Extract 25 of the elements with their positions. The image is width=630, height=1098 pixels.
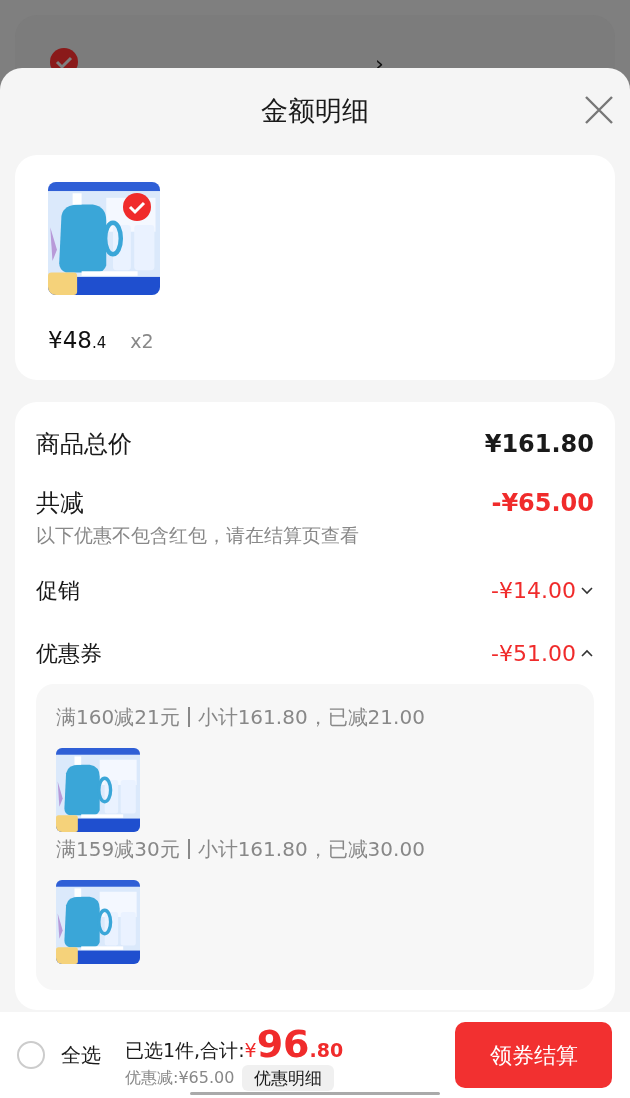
quantity: x2 (130, 329, 154, 354)
coupon-detail: 小计161.80，已减21.00 (197, 703, 425, 731)
note-text: 以下优惠不包含红包，请在结算页查看 (36, 523, 360, 548)
check-icon[interactable] (123, 193, 151, 221)
discount-value: -¥51.00 (491, 639, 576, 668)
select-all-radio[interactable] (17, 1041, 45, 1069)
close-button[interactable] (583, 94, 615, 126)
unit-price: ¥48.4 (48, 326, 107, 355)
reduction-label: 共减 (36, 488, 84, 519)
selected-summary: 已选1件,合计: (125, 1038, 245, 1064)
coupon-rule: 满160减21元 (56, 703, 180, 731)
checkout-button[interactable]: 领券结算 (455, 1022, 612, 1088)
discount-label: 促销 (36, 576, 80, 605)
total-amount: ¥96.80 (244, 1025, 344, 1065)
discount-value: -¥14.00 (491, 576, 576, 605)
total-value: ¥161.80 (484, 429, 594, 460)
coupon-rule: 满159减30元 (56, 835, 180, 863)
coupon-detail: 小计161.80，已减30.00 (197, 835, 425, 863)
sheet-title: 金额明细 (261, 94, 369, 129)
discount-text: 优惠减:¥65.00 (125, 1066, 235, 1089)
discount-detail-button[interactable]: 优惠明细 (242, 1064, 335, 1091)
reduction-value: -¥65.00 (491, 488, 594, 519)
discount-label: 优惠券 (36, 639, 102, 668)
total-label: 商品总价 (36, 429, 132, 460)
select-all-label[interactable]: 全选 (61, 1040, 101, 1070)
